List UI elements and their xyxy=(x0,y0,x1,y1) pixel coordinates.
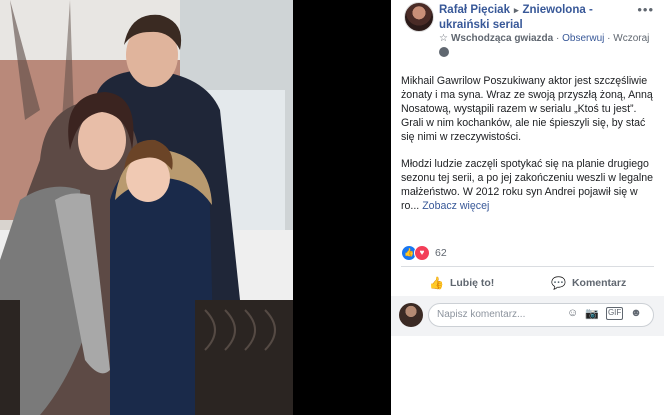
author-avatar[interactable] xyxy=(404,2,434,32)
speech-bubble-icon: 💬 xyxy=(551,276,566,290)
post-time[interactable]: Wczoraj xyxy=(613,33,649,44)
rising-star-badge: Wschodząca gwiazda xyxy=(450,33,554,44)
post-meta: ☆ Wschodząca gwiazda · Obserwuj · Wczoraj xyxy=(439,33,649,44)
current-user-avatar xyxy=(399,303,423,327)
like-button[interactable]: 👍 Lubię to! xyxy=(429,272,494,294)
family-photo xyxy=(0,0,293,415)
post-paragraph: Młodzi ludzie zaczęli spotykać się na pl… xyxy=(401,157,656,213)
camera-icon[interactable]: 📷 xyxy=(585,307,599,320)
post-paragraph: Mikhail Gawrilow Poszukiwany aktor jest … xyxy=(401,75,653,143)
reaction-count: 62 xyxy=(435,247,447,259)
more-options-icon[interactable]: ••• xyxy=(637,2,654,17)
see-more-link[interactable]: Zobacz więcej xyxy=(422,200,489,212)
separator: · xyxy=(556,33,560,44)
post-text: Mikhail Gawrilow Poszukiwany aktor jest … xyxy=(401,74,656,213)
like-label: Lubię to! xyxy=(449,277,495,289)
author-name[interactable]: Rafał Pięciak xyxy=(439,4,510,16)
thumbs-up-icon: 👍 xyxy=(429,276,444,290)
arrow-right-icon: ▸ xyxy=(513,5,519,15)
comment-tools: ☺ 📷 GIF ☻ xyxy=(567,307,642,320)
emoji-icon[interactable]: ☺ xyxy=(567,307,578,320)
star-icon: ☆ xyxy=(439,33,448,44)
globe-icon xyxy=(439,47,449,57)
comment-label: Komentarz xyxy=(571,277,627,289)
reactions-summary[interactable]: 👍 ♥ 62 xyxy=(401,244,447,262)
gif-icon[interactable]: GIF xyxy=(605,307,624,320)
divider xyxy=(401,266,654,267)
love-reaction-icon: ♥ xyxy=(414,245,430,261)
post-side-panel: Rafał Pięciak ▸ Zniewolona - ukraiński ser… xyxy=(391,0,664,415)
post-header: Rafał Pięciak ▸ Zniewolona - ukraiński ser… xyxy=(439,3,639,33)
comment-placeholder: Napisz komentarz... xyxy=(437,309,526,320)
post-photo[interactable] xyxy=(0,0,293,415)
lightbox-background xyxy=(293,0,391,415)
sticker-icon[interactable]: ☻ xyxy=(630,307,642,320)
follow-link[interactable]: Obserwuj xyxy=(562,33,604,44)
separator: · xyxy=(607,33,611,44)
comment-button[interactable]: 💬 Komentarz xyxy=(551,272,626,294)
